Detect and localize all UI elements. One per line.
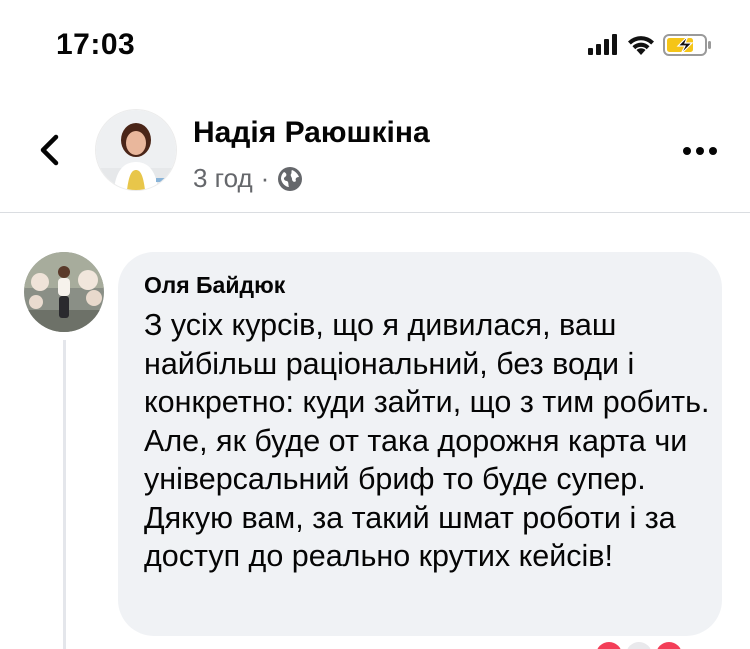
header-divider	[0, 212, 750, 213]
back-button[interactable]	[28, 128, 72, 172]
post-comments-screen: 17:03 Надія Раюшкіна 3 год · Оля Байдюк …	[0, 0, 750, 649]
post-meta: 3 год ·	[193, 163, 303, 194]
reactions-peek[interactable]	[596, 642, 682, 649]
cellular-signal-icon	[588, 34, 617, 55]
reaction-care-icon	[656, 642, 682, 649]
author-avatar-image	[96, 110, 176, 190]
globe-icon	[278, 166, 303, 191]
post-time[interactable]: 3 год	[193, 163, 253, 194]
thread-line	[63, 340, 66, 649]
comment-bubble[interactable]: Оля Байдюк З усіх курсів, що я дивилася,…	[118, 252, 722, 636]
post-author-name[interactable]: Надія Раюшкіна	[193, 116, 430, 150]
commenter-avatar[interactable]	[24, 252, 104, 332]
commenter-avatar-image	[24, 252, 104, 332]
chevron-left-icon	[40, 134, 59, 166]
more-dots-icon	[683, 147, 717, 155]
reaction-like-icon	[626, 642, 652, 649]
battery-charging-icon	[663, 34, 711, 56]
status-time: 17:03	[56, 28, 136, 61]
commenter-name[interactable]: Оля Байдюк	[144, 270, 700, 300]
wifi-icon	[628, 36, 654, 55]
more-options-button[interactable]	[678, 136, 722, 166]
comment-text: З усіх курсів, що я дивилася, ваш найбіл…	[144, 308, 710, 573]
meta-separator: ·	[260, 163, 270, 193]
status-icons	[586, 30, 716, 60]
author-avatar[interactable]	[96, 110, 176, 190]
reaction-love-icon	[596, 642, 622, 649]
status-icons-svg	[588, 34, 711, 56]
